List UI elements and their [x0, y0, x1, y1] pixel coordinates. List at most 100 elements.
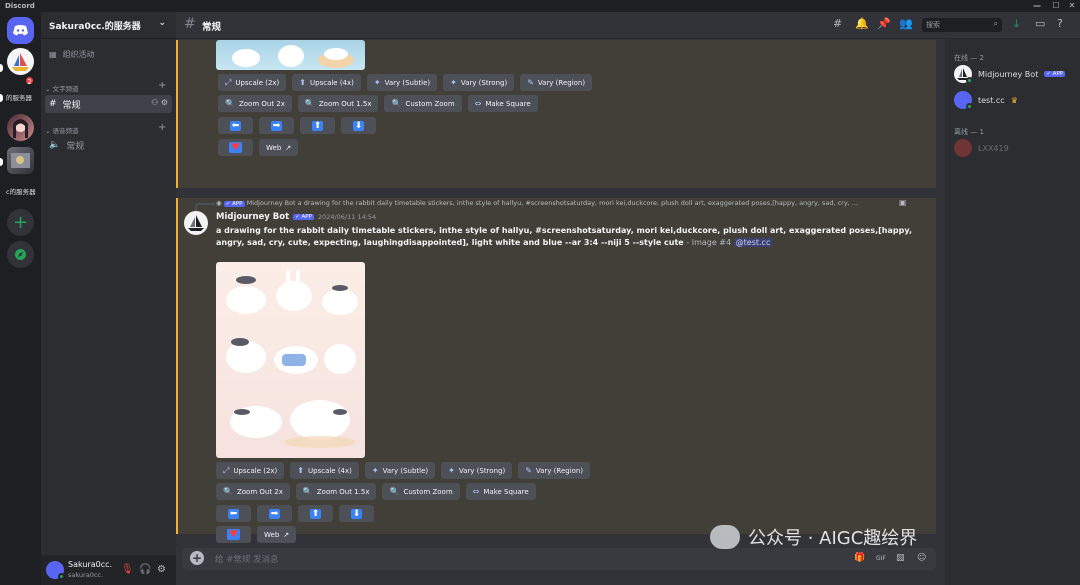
- member-list: 在线 — 2 Midjourney Bot ✓ APP test.cc ♛ 离线…: [945, 39, 1080, 585]
- category-voice-channels[interactable]: ⌄ 语音频道 +: [45, 122, 166, 135]
- gift-icon[interactable]: 🎁: [854, 553, 865, 563]
- explore-button[interactable]: [7, 241, 34, 268]
- username[interactable]: Sakura0cc.: [68, 560, 112, 569]
- pan-down-button[interactable]: ⬇: [341, 117, 376, 134]
- upscale-4x-button[interactable]: ⬆ Upscale (4x): [290, 462, 359, 479]
- maximize-button[interactable]: ☐: [1048, 0, 1064, 12]
- watermark-text: 公众号 · AIGC趣绘界: [748, 528, 918, 549]
- prompt-text: a drawing for the rabbit daily timetable…: [216, 226, 912, 247]
- home-button[interactable]: [7, 17, 34, 44]
- app-badge: ✓ APP: [1044, 71, 1066, 77]
- status-online-dot: [966, 77, 973, 84]
- events-item[interactable]: ▦ 组织活动: [49, 49, 95, 60]
- favorite-button[interactable]: ♥: [218, 139, 253, 156]
- pan-up-button[interactable]: ⬆: [300, 117, 335, 134]
- bell-icon[interactable]: 🔔: [855, 17, 869, 30]
- vary-subtle-button[interactable]: ✦ Vary (Subtle): [366, 74, 438, 91]
- category-text-channels[interactable]: ⌄ 文字频道 +: [45, 80, 166, 93]
- member-lxx419[interactable]: LXX419: [954, 138, 1074, 158]
- wechat-icon: [710, 525, 740, 549]
- generated-image[interactable]: [216, 262, 365, 458]
- server-rail: 2 的服务器 c的服务器 +: [0, 12, 41, 585]
- zoom-out-1-5x-button[interactable]: 🔍 Zoom Out 1.5x: [295, 483, 377, 500]
- zoom-out-2x-button[interactable]: 🔍 Zoom Out 2x: [216, 483, 290, 500]
- add-server-button[interactable]: +: [7, 209, 34, 236]
- settings-gear-icon[interactable]: ⚙: [157, 564, 166, 575]
- calendar-icon: ▦: [49, 50, 57, 59]
- pan-down-button[interactable]: ⬇: [339, 505, 374, 522]
- pan-right-button[interactable]: ➡: [257, 505, 292, 522]
- sparkle-icon: ✦: [450, 78, 457, 87]
- user-mention[interactable]: @test.cc: [733, 238, 773, 247]
- server-icon-1[interactable]: [7, 48, 34, 75]
- upscale-4x-button[interactable]: ⬆ Upscale (4x): [292, 74, 361, 91]
- web-link-button[interactable]: Web ↗: [259, 139, 299, 156]
- member-test-cc[interactable]: test.cc ♛: [954, 90, 1074, 110]
- vary-strong-button[interactable]: ✦ Vary (Strong): [443, 74, 515, 91]
- make-square-button[interactable]: ⇔ Make Square: [467, 95, 538, 112]
- bot-avatar[interactable]: [184, 211, 208, 235]
- arrow-down-icon: ⬇: [352, 120, 365, 131]
- reply-connector: [195, 203, 215, 211]
- pan-right-button[interactable]: ➡: [259, 117, 294, 134]
- member-midjourney-bot[interactable]: Midjourney Bot ✓ APP: [954, 64, 1074, 84]
- vary-region-button[interactable]: ✎ Vary (Region): [520, 74, 593, 91]
- custom-zoom-button[interactable]: 🔍 Custom Zoom: [384, 95, 462, 112]
- custom-zoom-button[interactable]: 🔍 Custom Zoom: [382, 483, 460, 500]
- button-label: Vary (Strong): [460, 78, 508, 87]
- guild-header[interactable]: Sakura0cc.的服务器 ⌄: [41, 12, 176, 39]
- server-icon-3[interactable]: [7, 147, 34, 174]
- reply-preview[interactable]: ◉ ✓ APP Midjourney Bot a drawing for the…: [216, 199, 906, 207]
- mute-mic-icon[interactable]: 🎙: [121, 564, 134, 575]
- favorite-button[interactable]: ♥: [216, 526, 251, 543]
- generated-image-thumbnail[interactable]: [216, 40, 365, 70]
- attach-plus-icon[interactable]: +: [190, 551, 204, 565]
- upscale-2x-button[interactable]: ⤢ Upscale (2x): [216, 462, 285, 479]
- make-square-button[interactable]: ⇔ Make Square: [465, 483, 536, 500]
- download-icon[interactable]: ⤓: [1014, 17, 1019, 31]
- game-art-icon: [11, 153, 30, 168]
- sticker-icon[interactable]: ▧: [896, 553, 905, 563]
- discord-window: Discord — ☐ ✕ 2 的服务器 c的服务器 + Sakura0cc.的…: [0, 0, 1080, 585]
- search-input[interactable]: 搜索 ⌕: [922, 18, 1002, 32]
- zoom-out-2x-button[interactable]: 🔍 Zoom Out 2x: [218, 95, 292, 112]
- vary-subtle-button[interactable]: ✦ Vary (Subtle): [364, 462, 436, 479]
- channel-voice-general[interactable]: 🔈 常规: [45, 136, 172, 154]
- hash-icon: #: [49, 99, 57, 109]
- arrow-left-icon: ⬅: [227, 508, 240, 519]
- app-badge: ✓ APP: [223, 201, 245, 207]
- add-channel-icon[interactable]: +: [158, 80, 166, 91]
- gear-icon[interactable]: ⚙: [161, 98, 168, 107]
- gif-icon[interactable]: GIF: [876, 555, 886, 562]
- help-icon[interactable]: ?: [1057, 17, 1063, 30]
- app-badge: ✓ APP: [293, 214, 314, 220]
- speaker-icon: 🔈: [49, 140, 61, 150]
- member-name: LXX419: [978, 143, 1009, 153]
- headphones-icon[interactable]: 🎧: [139, 564, 151, 575]
- minimize-button[interactable]: —: [1029, 0, 1045, 12]
- close-button[interactable]: ✕: [1064, 0, 1080, 12]
- channel-text-general[interactable]: # 常规 ⚇ ⚙: [45, 95, 172, 113]
- pan-left-button[interactable]: ⬅: [216, 505, 251, 522]
- arrow-right-icon: ➡: [270, 120, 283, 131]
- inbox-icon[interactable]: ▭: [1035, 17, 1045, 30]
- members-icon[interactable]: 👥: [899, 17, 913, 30]
- pin-icon[interactable]: 📌: [877, 17, 891, 30]
- upscale-2x-button[interactable]: ⤢ Upscale (2x): [218, 74, 287, 91]
- pan-up-button[interactable]: ⬆: [298, 505, 333, 522]
- web-link-button[interactable]: Web ↗: [257, 526, 297, 543]
- invite-icon[interactable]: ⚇: [151, 98, 158, 107]
- pan-left-button[interactable]: ⬅: [218, 117, 253, 134]
- message-composer[interactable]: + 给 #常规 发消息 🎁 GIF ▧ ☺: [182, 548, 936, 570]
- add-channel-icon[interactable]: +: [158, 122, 166, 133]
- member-name: Midjourney Bot: [978, 69, 1039, 79]
- threads-icon[interactable]: #: [833, 17, 842, 30]
- author-name[interactable]: Midjourney Bot: [216, 212, 289, 222]
- vary-region-button[interactable]: ✎ Vary (Region): [518, 462, 591, 479]
- expand-icon: ⤢: [225, 77, 232, 87]
- zoom-out-1-5x-button[interactable]: 🔍 Zoom Out 1.5x: [297, 95, 379, 112]
- server-icon-2[interactable]: [7, 114, 34, 141]
- button-label: Zoom Out 2x: [238, 99, 285, 108]
- emoji-icon[interactable]: ☺: [917, 553, 926, 563]
- vary-strong-button[interactable]: ✦ Vary (Strong): [441, 462, 513, 479]
